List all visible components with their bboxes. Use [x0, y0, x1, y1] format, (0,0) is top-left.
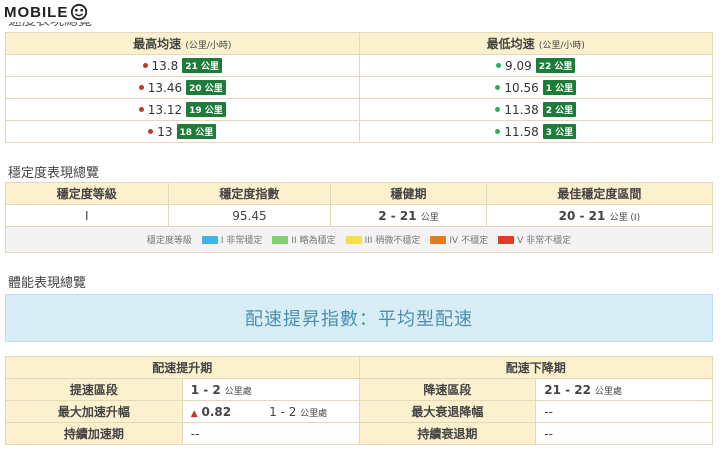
max-speed-header: 最高均速 (公里/小時) [5, 32, 360, 55]
up-triangle-icon: ▲ [190, 408, 198, 419]
km-badge: 22 公里 [535, 58, 576, 73]
fitness-section-title: 體能表現總覽 [8, 276, 87, 291]
table-row: 13.46 20 公里 10.56 1 公里 [5, 76, 713, 99]
green-dot-icon [495, 107, 501, 112]
table-row: I 95.45 2 - 21 公里 20 - 21 公里 (I) [5, 204, 714, 227]
km-badge: 21 公里 [182, 58, 222, 73]
steady-period: 2 - 21 公里 [330, 204, 487, 227]
table-row: 持續加速期 -- 持續衰退期 -- [5, 422, 713, 445]
min-speed-header: 最低均速 (公里/小時) [358, 32, 713, 55]
best-range: 20 - 21 公里 (I) [485, 204, 714, 227]
km-badge: 18 公里 [176, 124, 217, 139]
km-badge: 20 公里 [186, 80, 226, 95]
red-dot-icon [142, 63, 148, 68]
stability-index: 95.45 [167, 204, 332, 227]
km-badge: 19 公里 [186, 102, 226, 117]
logo: MOBILE [4, 2, 93, 22]
pace-down-header: 配速下降期 [358, 356, 713, 379]
pace-table: 配速提升期 配速下降期 提速區段 1 - 2 公里處 降速區段 21 - 22 … [5, 356, 713, 445]
table-row: 提速區段 1 - 2 公里處 降速區段 21 - 22 公里處 [5, 378, 713, 401]
red-dot-icon [138, 85, 144, 90]
legend-swatch [498, 235, 515, 244]
pace-index-banner: 配速提昇指數：平均型配速 [5, 294, 713, 342]
pace-up-header: 配速提升期 [5, 356, 360, 379]
green-dot-icon [495, 129, 501, 134]
steady-period-header: 穩健期 [330, 182, 487, 205]
legend-item: IV 不穩定 [430, 233, 488, 246]
legend-item: II 略為穩定 [272, 233, 336, 246]
green-dot-icon [496, 63, 502, 68]
table-row: 13.8 21 公里 9.09 22 公里 [5, 54, 713, 77]
stability-level: I [5, 204, 169, 227]
km-badge: 1 公里 [542, 80, 577, 95]
legend-item: V 非常不穩定 [498, 233, 571, 246]
legend-swatch [272, 235, 289, 244]
green-dot-icon [495, 85, 501, 90]
stability-index-header: 穩定度指數 [167, 182, 332, 205]
table-row: 13.12 19 公里 11.38 2 公里 [5, 98, 713, 121]
legend-item: III 稍微不穩定 [345, 233, 420, 246]
stability-table: 穩定度等級 穩定度指數 穩健期 最佳穩定度區間 I 95.45 2 - 21 公… [5, 182, 714, 253]
legend-swatch [430, 235, 447, 244]
stability-level-header: 穩定度等級 [5, 182, 169, 205]
red-dot-icon [148, 129, 154, 134]
legend-label: 穩定度等級 [146, 236, 192, 246]
stability-legend: 穩定度等級 I 非常穩定 II 略為穩定 III 稍微不穩定 IV 不穩定 V … [5, 226, 713, 253]
best-range-header: 最佳穩定度區間 [485, 182, 714, 205]
red-dot-icon [138, 107, 144, 112]
logo-text: MOBILE [4, 3, 69, 21]
legend-swatch [345, 235, 362, 244]
legend-swatch [201, 235, 218, 244]
speed-table: 最高均速 (公里/小時) 最低均速 (公里/小時) 13.8 21 公里 9.09… [5, 32, 713, 143]
legend-item: I 非常穩定 [201, 233, 262, 246]
table-row: 最大加速升幅 ▲ 0.82 1 - 2 公里處 最大衰退降幅 -- [5, 400, 713, 423]
km-badge: 3 公里 [542, 124, 577, 139]
smiley-icon [71, 3, 88, 21]
km-badge: 2 公里 [542, 102, 577, 117]
stability-section-title: 穩定度表現總覽 [8, 166, 100, 181]
table-row: 13 18 公里 11.58 3 公里 [5, 120, 713, 143]
